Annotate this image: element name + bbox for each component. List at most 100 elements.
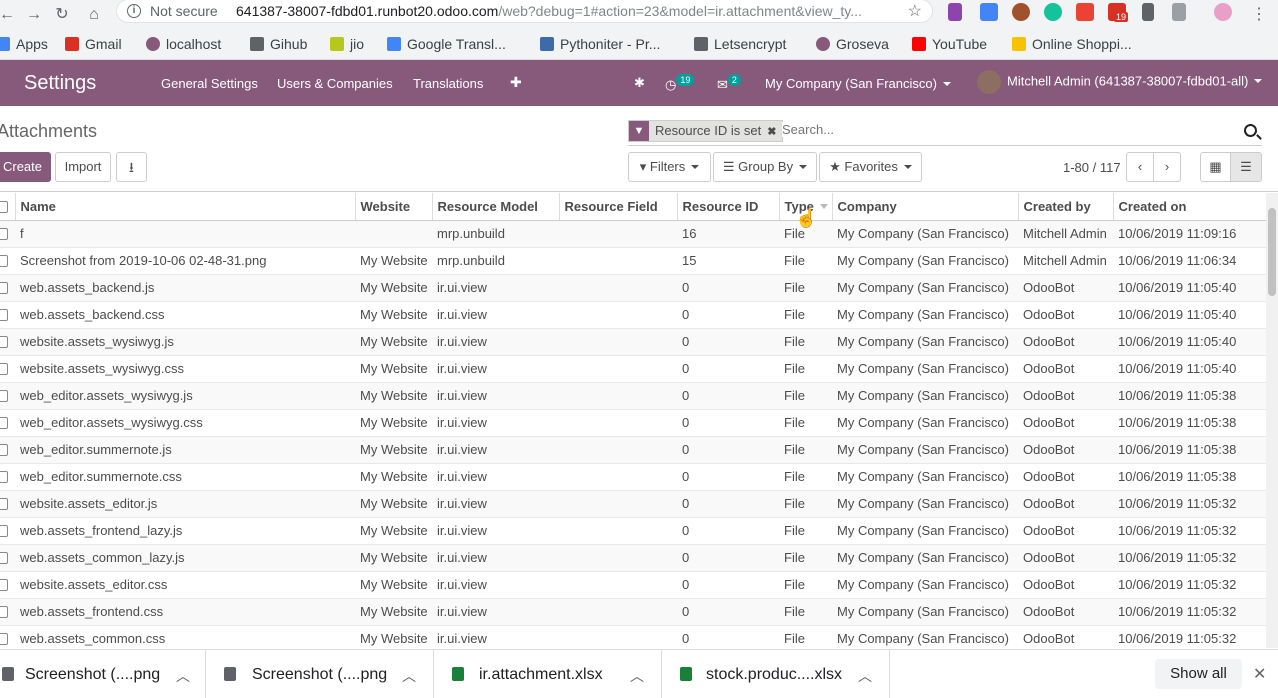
cell-resource-model[interactable]: ir.ui.view <box>432 408 559 436</box>
row-checkbox[interactable] <box>0 390 8 402</box>
cell-resource-id[interactable]: 16 <box>677 219 779 247</box>
cell-resource-id[interactable]: 0 <box>677 408 779 436</box>
cell-type[interactable]: File <box>779 597 832 625</box>
bookmark-localhost[interactable]: localhost <box>146 34 221 54</box>
cell-resource-id[interactable]: 15 <box>677 246 779 274</box>
company-switcher[interactable]: My Company (San Francisco) <box>765 76 951 91</box>
table-row[interactable]: website.assets_wysiwyg.css My Website ir.u… <box>0 354 1266 382</box>
cell-resource-field[interactable] <box>559 408 677 436</box>
cell-company[interactable]: My Company (San Francisco) <box>832 327 1018 355</box>
cell-name[interactable]: website.assets_editor.css <box>15 570 355 598</box>
cell-website[interactable]: My Website <box>355 597 432 625</box>
cell-resource-model[interactable]: ir.ui.view <box>432 435 559 463</box>
cell-resource-field[interactable] <box>559 624 677 648</box>
search-facet[interactable]: ▼ Resource ID is set ✖ <box>628 120 784 142</box>
address-bar[interactable]: i Not secure 641387-38007-fdbd01.runbot2… <box>116 0 933 23</box>
chevron-up-icon[interactable]: ︿ <box>402 666 416 686</box>
cell-type[interactable]: File <box>779 489 832 517</box>
cell-resource-id[interactable]: 0 <box>677 624 779 648</box>
cell-company[interactable]: My Company (San Francisco) <box>832 381 1018 409</box>
cell-created-by[interactable]: OdooBot <box>1018 462 1113 490</box>
cell-resource-field[interactable] <box>559 219 677 247</box>
select-all-checkbox[interactable] <box>0 200 8 213</box>
cell-resource-model[interactable]: mrp.unbuild <box>432 219 559 247</box>
table-row[interactable]: web_editor.summernote.css My Website ir.ui… <box>0 462 1266 490</box>
cell-resource-id[interactable]: 0 <box>677 273 779 301</box>
row-checkbox[interactable] <box>0 606 8 618</box>
cell-type[interactable]: File <box>779 408 832 436</box>
cell-resource-model[interactable]: ir.ui.view <box>432 597 559 625</box>
pen-extension-icon[interactable] <box>948 3 962 21</box>
row-select-cell[interactable] <box>0 327 15 355</box>
groupby-dropdown[interactable]: ☰ Group By <box>713 152 817 182</box>
cell-resource-model[interactable]: ir.ui.view <box>432 570 559 598</box>
chevron-up-icon[interactable]: ︿ <box>858 666 872 686</box>
cell-name[interactable]: web_editor.assets_wysiwyg.css <box>15 408 355 436</box>
cell-created-by[interactable]: OdooBot <box>1018 624 1113 648</box>
bookmark-gihub[interactable]: Gihub <box>250 34 307 54</box>
cell-created-by[interactable]: Mitchell Admin <box>1018 219 1113 247</box>
download-item[interactable]: Screenshot (....png ︿ <box>0 650 206 698</box>
row-select-cell[interactable] <box>0 516 15 544</box>
cell-created-by[interactable]: OdooBot <box>1018 597 1113 625</box>
cell-website[interactable]: My Website <box>355 624 432 648</box>
bookmark-youtube[interactable]: YouTube <box>912 34 987 54</box>
menu-general-settings[interactable]: General Settings <box>161 76 258 91</box>
cell-type[interactable]: File <box>779 516 832 544</box>
cell-name[interactable]: f <box>15 219 355 247</box>
cell-created-on[interactable]: 10/06/2019 11:05:32 <box>1113 489 1266 517</box>
url-text[interactable]: 641387-38007-fdbd01.runbot20.odoo.com/we… <box>236 3 876 19</box>
cell-resource-model[interactable]: ir.ui.view <box>432 381 559 409</box>
pager-previous-button[interactable]: ‹ <box>1126 152 1154 182</box>
column-header-created-on[interactable]: Created on <box>1113 193 1266 221</box>
cell-resource-id[interactable]: 0 <box>677 327 779 355</box>
row-checkbox[interactable] <box>0 309 8 321</box>
cell-created-by[interactable]: OdooBot <box>1018 516 1113 544</box>
cell-type[interactable]: File <box>779 246 832 274</box>
cell-company[interactable]: My Company (San Francisco) <box>832 408 1018 436</box>
list-view-button[interactable]: ☰ <box>1230 152 1262 182</box>
download-item[interactable]: Screenshot (....png ︿ <box>206 650 434 698</box>
column-header-resource-field[interactable]: Resource Field <box>559 193 678 221</box>
bug-icon[interactable]: ✱ <box>634 75 645 91</box>
cell-website[interactable]: My Website <box>355 354 432 382</box>
table-row[interactable]: Screenshot from 2019-10-06 02-48-31.png M… <box>0 246 1266 274</box>
cell-resource-field[interactable] <box>559 354 677 382</box>
cell-name[interactable]: website.assets_wysiwyg.js <box>15 327 355 355</box>
search-icon[interactable] <box>1244 124 1257 137</box>
kanban-view-button[interactable]: ▦ <box>1200 152 1231 182</box>
row-select-cell[interactable] <box>0 300 15 328</box>
row-checkbox[interactable] <box>0 633 8 646</box>
cell-resource-field[interactable] <box>559 489 677 517</box>
row-checkbox[interactable] <box>0 579 8 591</box>
table-row[interactable]: web.assets_backend.css My Website ir.ui.vi… <box>0 300 1266 328</box>
cell-resource-model[interactable]: ir.ui.view <box>432 543 559 571</box>
cell-created-on[interactable]: 10/06/2019 11:05:32 <box>1113 516 1266 544</box>
cell-website[interactable]: My Website <box>355 516 432 544</box>
cell-resource-field[interactable] <box>559 570 677 598</box>
row-select-cell[interactable] <box>0 489 15 517</box>
cell-resource-model[interactable]: ir.ui.view <box>432 462 559 490</box>
cell-website[interactable]: My Website <box>355 489 432 517</box>
cell-created-on[interactable]: 10/06/2019 11:05:40 <box>1113 273 1266 301</box>
bookmark-letsencrypt[interactable]: Letsencrypt <box>694 34 786 54</box>
cell-created-by[interactable]: OdooBot <box>1018 273 1113 301</box>
cell-resource-id[interactable]: 0 <box>677 462 779 490</box>
row-checkbox[interactable] <box>0 498 8 510</box>
reload-icon[interactable]: ↻ <box>51 4 73 26</box>
translate-extension-icon[interactable] <box>980 3 998 21</box>
import-button[interactable]: Import <box>55 152 111 182</box>
table-row[interactable]: web.assets_common.css My Website ir.ui.vie… <box>0 624 1266 648</box>
cell-created-on[interactable]: 10/06/2019 11:05:40 <box>1113 300 1266 328</box>
table-row[interactable]: website.assets_editor.js My Website ir.ui.… <box>0 489 1266 517</box>
cell-website[interactable]: My Website <box>355 273 432 301</box>
cell-created-by[interactable]: OdooBot <box>1018 489 1113 517</box>
cell-resource-id[interactable]: 0 <box>677 597 779 625</box>
row-checkbox[interactable] <box>0 444 8 456</box>
row-checkbox[interactable] <box>0 336 8 348</box>
cell-resource-id[interactable]: 0 <box>677 381 779 409</box>
cell-created-on[interactable]: 10/06/2019 11:05:40 <box>1113 327 1266 355</box>
user-menu[interactable]: Mitchell Admin (641387-38007-fdbd01-all) <box>977 70 1263 94</box>
gmail-extension-icon[interactable]: 19 <box>1108 3 1129 22</box>
column-header-resource-model[interactable]: Resource Model <box>432 193 560 221</box>
